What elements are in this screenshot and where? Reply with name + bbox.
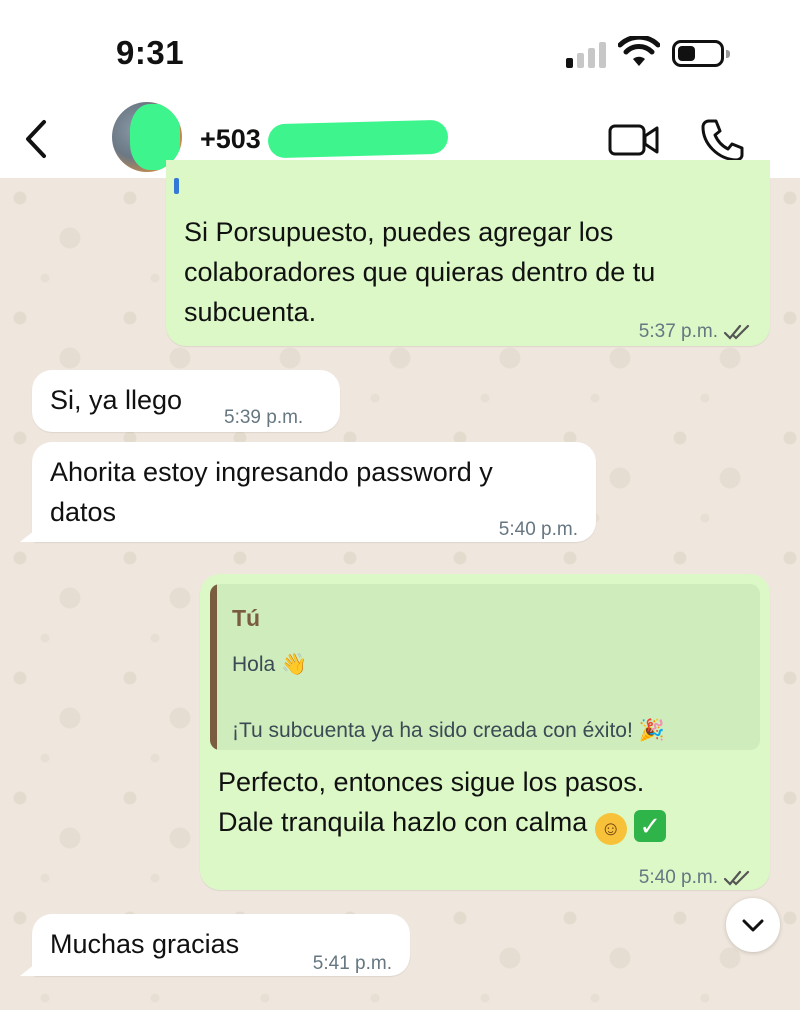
battery-icon (672, 40, 730, 67)
chevron-left-icon[interactable] (16, 116, 56, 162)
message-time: 5:39 p.m. (224, 407, 304, 428)
message-text: Si, ya llego (50, 385, 183, 415)
message-bubble-outgoing[interactable]: Tú Hola 👋 ¡Tu subcuenta ya ha sido cread… (200, 574, 770, 890)
read-ticks-icon (724, 324, 750, 340)
party-popper-emoji: 🎉 (638, 718, 665, 742)
status-bar: 9:31 (0, 0, 800, 100)
smiling-face-emoji: ☺ (594, 813, 627, 845)
video-camera-icon[interactable] (608, 122, 660, 158)
message-meta: 5:40 p.m. (639, 858, 752, 898)
message-time: 5:37 p.m. (638, 321, 718, 342)
message-time: 5:40 p.m. (638, 867, 718, 888)
message-text: Perfecto, entonces sigue los pasos. Dale… (218, 762, 758, 845)
message-meta: 5:39 p.m. (224, 398, 303, 438)
check-mark-emoji: ✓ (634, 810, 667, 842)
message-meta: 5:41 p.m. (313, 944, 392, 984)
contact-name[interactable]: +503 (200, 124, 261, 155)
chevron-down-icon (742, 919, 764, 932)
scroll-to-bottom-button[interactable] (726, 898, 780, 952)
quote-author: Tú (232, 605, 261, 631)
message-bubble-outgoing[interactable]: Si Porsupuesto, puedes agregar los colab… (166, 160, 770, 346)
message-time: 5:40 p.m. (498, 519, 578, 540)
quote-edge (174, 178, 179, 194)
phone-icon[interactable] (700, 118, 744, 162)
cellular-signal-icon (566, 40, 610, 68)
wifi-icon (618, 36, 660, 66)
redaction-mark (267, 119, 449, 159)
quote-text: ¡Tu subcuenta ya ha sido creada con éxit… (232, 718, 665, 742)
message-text: Muchas gracias (50, 929, 240, 959)
read-ticks-icon (724, 870, 750, 886)
message-meta: 5:40 p.m. (499, 510, 578, 550)
quoted-message[interactable]: Tú Hola 👋 ¡Tu subcuenta ya ha sido cread… (210, 584, 760, 750)
message-meta: 5:37 p.m. (639, 312, 752, 352)
message-bubble-incoming[interactable]: Si, ya llego 5:39 p.m. (32, 370, 340, 432)
quote-text: Hola 👋 (232, 652, 308, 676)
message-bubble-incoming[interactable]: Muchas gracias 5:41 p.m. (32, 914, 410, 976)
waving-hand-emoji: 👋 (281, 652, 308, 676)
quote-bar (210, 584, 217, 750)
message-time: 5:41 p.m. (312, 953, 392, 974)
status-time: 9:31 (116, 34, 185, 71)
message-bubble-incoming[interactable]: Ahorita estoy ingresando password y dato… (32, 442, 596, 542)
